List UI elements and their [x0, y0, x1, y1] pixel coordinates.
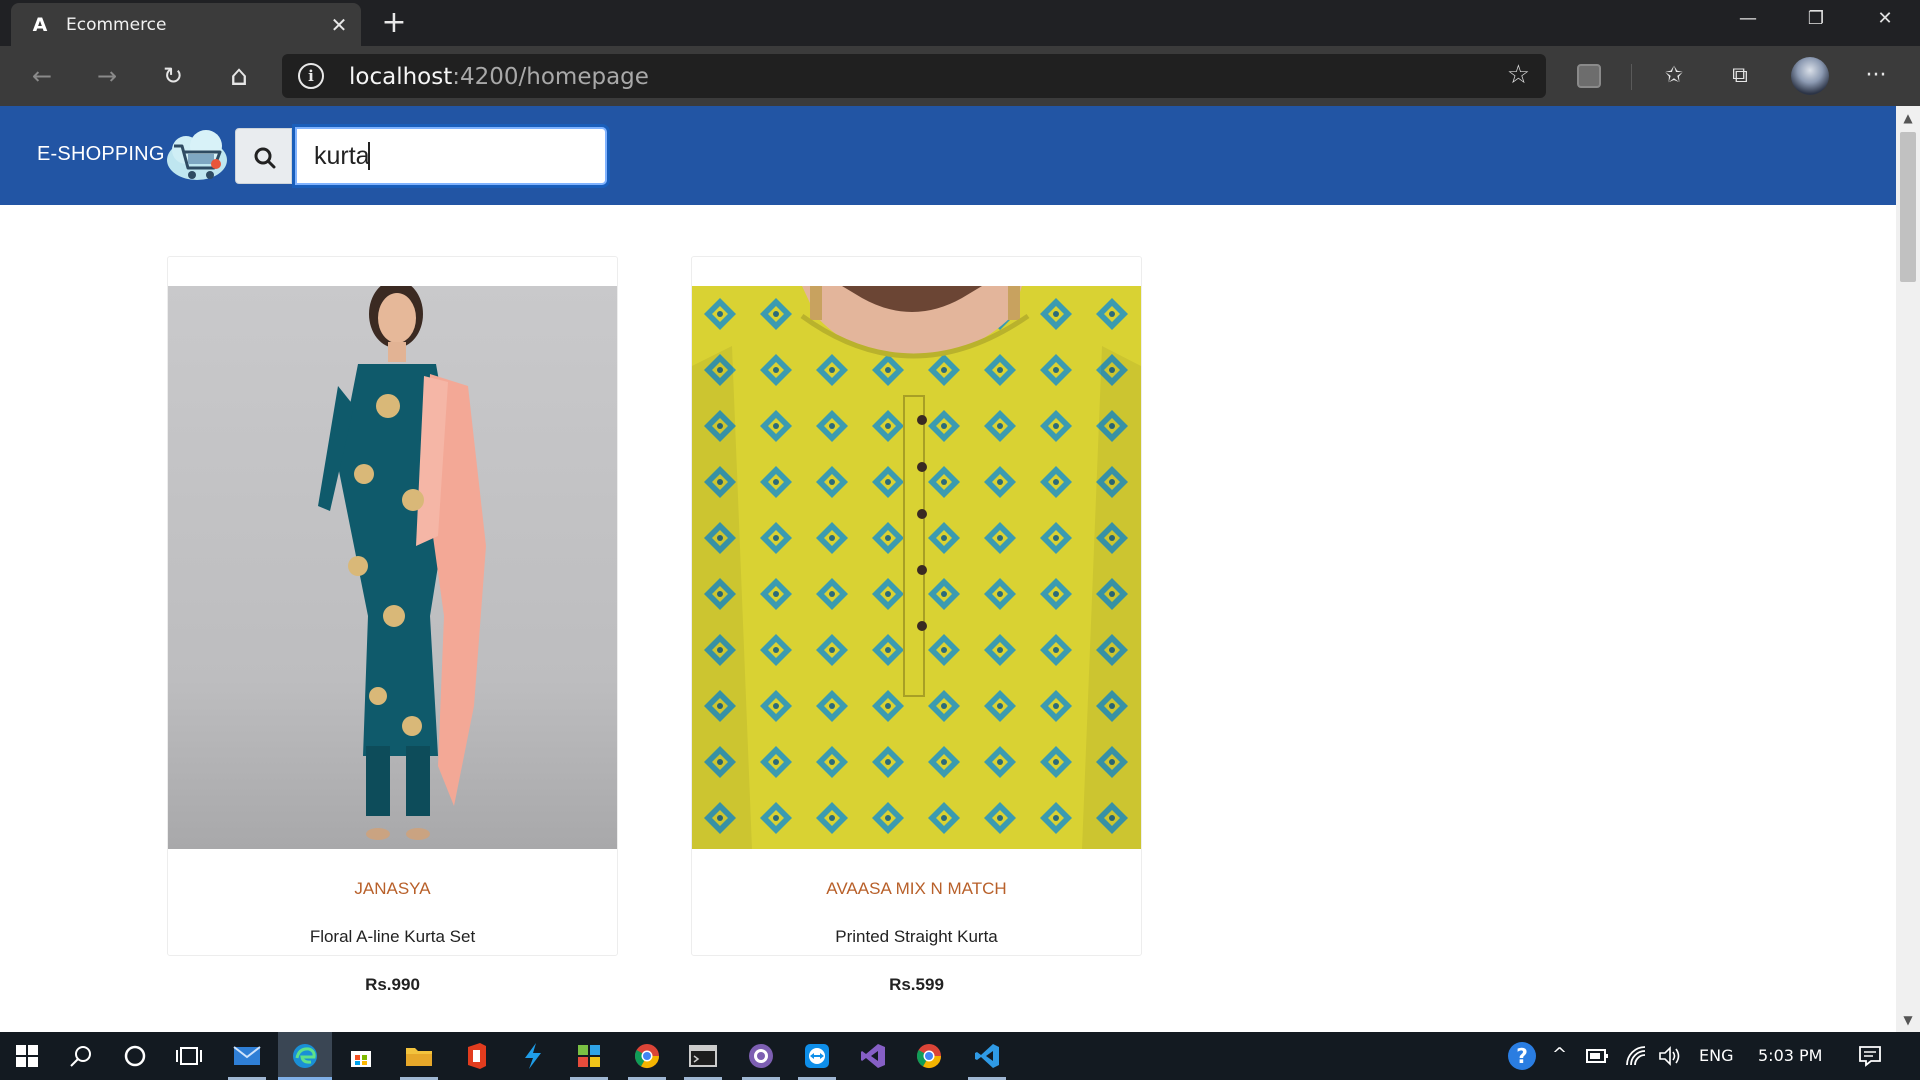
battery-icon[interactable]	[1586, 1046, 1610, 1066]
clock[interactable]: 5:03 PM	[1758, 1046, 1822, 1065]
product-name: Floral A-line Kurta Set	[309, 927, 476, 946]
product-image[interactable]	[692, 286, 1141, 849]
forward-button[interactable]: →	[89, 58, 125, 94]
store-app[interactable]	[334, 1032, 388, 1080]
tab-close-icon[interactable]: ✕	[327, 13, 351, 37]
chrome-icon	[634, 1044, 659, 1069]
minimize-button[interactable]: —	[1718, 2, 1778, 38]
product-card[interactable]: AVAASA MIX N MATCH Printed Straight Kurt…	[691, 256, 1142, 994]
mindmap-app[interactable]	[562, 1032, 616, 1080]
favorites-icon[interactable]: ✩	[1656, 58, 1692, 94]
favorite-star-icon[interactable]: ☆	[1507, 60, 1530, 90]
file-explorer-app[interactable]	[392, 1032, 446, 1080]
vs-code-insiders-app[interactable]	[506, 1032, 560, 1080]
office-app[interactable]	[450, 1032, 504, 1080]
vscode-app[interactable]	[960, 1032, 1014, 1080]
search-button[interactable]	[235, 128, 292, 184]
product-price: Rs.599	[889, 975, 944, 994]
mindmap-icon	[578, 1045, 600, 1067]
product-brand: JANASYA	[354, 879, 431, 898]
site-info-icon[interactable]: i	[298, 63, 324, 89]
search-input[interactable]	[295, 127, 607, 185]
browser-titlebar: A Ecommerce ✕ + — ❐ ✕	[0, 0, 1920, 46]
product-price: Rs.990	[365, 975, 420, 994]
teamviewer-app[interactable]	[790, 1032, 844, 1080]
store-icon	[351, 1051, 371, 1067]
cortana-button[interactable]	[108, 1032, 162, 1080]
language-indicator[interactable]: ENG	[1699, 1046, 1733, 1065]
extension-icon[interactable]	[1577, 64, 1601, 88]
teamviewer-icon	[805, 1044, 829, 1068]
window-close-button[interactable]: ✕	[1855, 2, 1915, 38]
scroll-thumb[interactable]	[1900, 132, 1916, 282]
terminal-app[interactable]	[676, 1032, 730, 1080]
text-caret	[368, 142, 370, 170]
scroll-up-arrow[interactable]: ▲	[1896, 108, 1920, 128]
terminal-icon	[689, 1045, 717, 1067]
chrome-icon	[916, 1044, 941, 1069]
windows-taskbar: ? ^ ENG 5:03 PM	[0, 1032, 1920, 1080]
product-image[interactable]	[168, 286, 617, 849]
url-text[interactable]: localhost:4200/homepage	[349, 64, 649, 90]
tab-title: Ecommerce	[66, 15, 167, 35]
collections-icon[interactable]: ⧉	[1722, 58, 1758, 94]
address-bar[interactable]: i localhost:4200/homepage ☆	[282, 54, 1546, 98]
toolbar-divider	[1631, 64, 1632, 90]
windows-logo-icon	[16, 1045, 38, 1067]
taskbar-search-button[interactable]	[54, 1032, 108, 1080]
search-icon	[70, 1046, 91, 1067]
profile-avatar[interactable]	[1791, 57, 1829, 95]
cart-cloud-logo[interactable]	[164, 124, 230, 184]
volume-icon[interactable]	[1658, 1045, 1682, 1067]
help-icon[interactable]: ?	[1506, 1040, 1538, 1072]
scroll-down-arrow[interactable]: ▼	[1896, 1010, 1920, 1030]
brand-title[interactable]: E-SHOPPING	[37, 143, 165, 166]
product-name: Printed Straight Kurta	[835, 927, 998, 946]
back-button[interactable]: ←	[24, 58, 60, 94]
restore-button[interactable]: ❐	[1786, 2, 1846, 38]
app-button[interactable]	[734, 1032, 788, 1080]
more-menu-icon[interactable]: ···	[1858, 58, 1894, 94]
chrome-app-2[interactable]	[902, 1032, 956, 1080]
home-button[interactable]: ⌂	[221, 58, 257, 94]
edge-icon	[293, 1044, 317, 1068]
page-scrollbar[interactable]: ▲ ▼	[1896, 106, 1920, 1032]
product-card[interactable]: JANASYA Floral A-line Kurta Set Rs.990	[167, 256, 618, 994]
svg-text:?: ?	[1516, 1044, 1528, 1068]
search-icon	[254, 147, 276, 169]
start-button[interactable]	[0, 1032, 54, 1080]
new-tab-button[interactable]: +	[379, 8, 409, 38]
mail-app[interactable]	[220, 1032, 274, 1080]
chevron-up-icon[interactable]: ^	[1552, 1044, 1567, 1065]
visual-studio-icon	[861, 1044, 885, 1068]
office-icon	[468, 1043, 486, 1069]
notification-icon[interactable]	[1858, 1044, 1882, 1068]
browser-tab[interactable]: A Ecommerce ✕	[11, 3, 361, 46]
wifi-icon[interactable]	[1625, 1045, 1647, 1067]
folder-icon	[406, 1048, 432, 1066]
task-view-button[interactable]	[162, 1032, 216, 1080]
product-brand: AVAASA MIX N MATCH	[826, 879, 1007, 898]
edge-app[interactable]	[278, 1032, 332, 1080]
site-header: E-SHOPPING	[0, 106, 1896, 205]
page-viewport: E-SHOPPING kurta JANASYA Floral A-line K…	[0, 106, 1896, 1032]
reload-button[interactable]: ↻	[155, 58, 191, 94]
cortana-icon	[124, 1045, 146, 1067]
vscode-icon	[975, 1044, 999, 1068]
chrome-app[interactable]	[620, 1032, 674, 1080]
lightning-icon	[525, 1043, 541, 1069]
angular-icon: A	[32, 14, 48, 36]
mail-icon	[233, 1046, 261, 1065]
browser-toolbar: ← → ↻ ⌂ i localhost:4200/homepage ☆ ✩ ⧉ …	[0, 46, 1920, 106]
task-view-icon	[176, 1047, 202, 1065]
visual-studio-app[interactable]	[846, 1032, 900, 1080]
app-icon	[749, 1044, 773, 1068]
